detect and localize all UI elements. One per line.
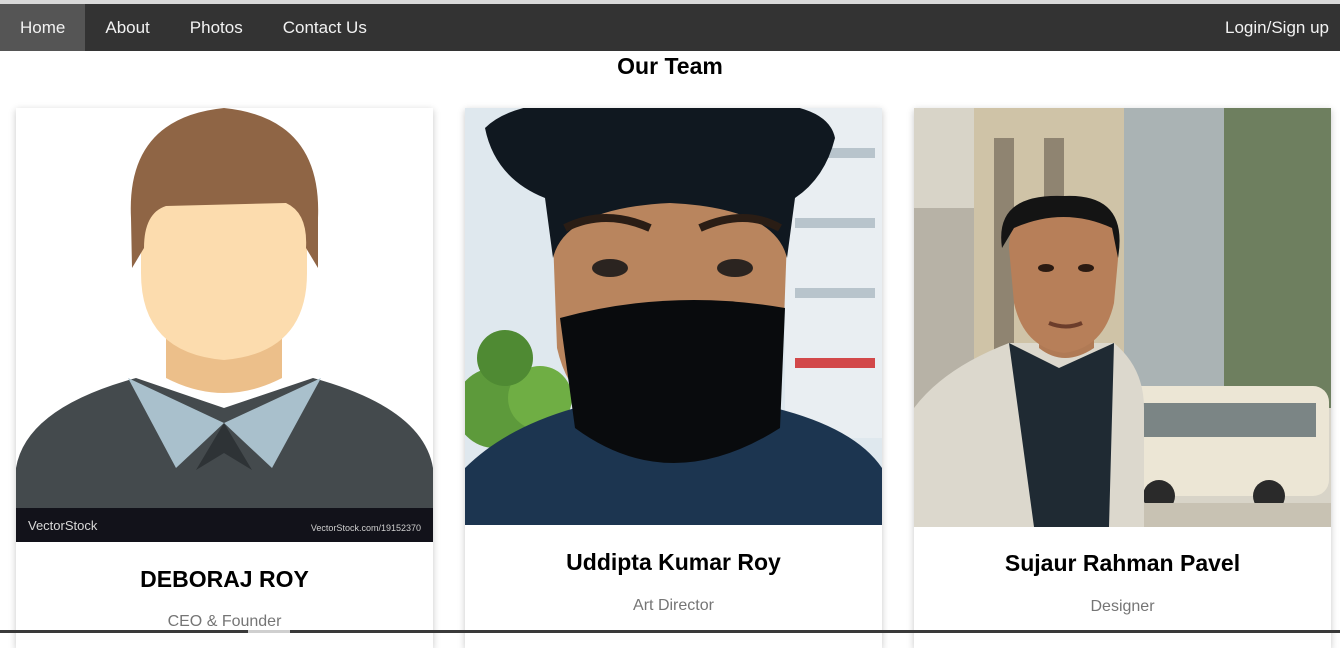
member-role: Designer (1090, 598, 1155, 615)
member-role: CEO & Founder (167, 613, 282, 630)
member-name: Uddipta Kumar Roy (566, 549, 781, 575)
avatar-illustration: VectorStock VectorStock.com/19152370 (16, 108, 433, 542)
team-card-deboraj: VectorStock VectorStock.com/19152370 DEB… (16, 108, 433, 648)
nav-login-signup[interactable]: Login/Sign up (1211, 4, 1340, 51)
nav-about[interactable]: About (85, 4, 169, 51)
watermark-left: VectorStock (28, 518, 98, 533)
member-name: Sujaur Rahman Pavel (1004, 550, 1241, 576)
member-role: Art Director (633, 597, 714, 614)
member-name: DEBORAJ ROY (140, 566, 309, 592)
nav-home[interactable]: Home (0, 4, 86, 51)
nav-photos[interactable]: Photos (170, 4, 263, 51)
nav-spacer (387, 4, 1211, 51)
page-title: Our Team (617, 53, 723, 79)
team-card-sujaur: Sujaur Rahman Pavel Designer (914, 108, 1331, 648)
member-photo (465, 108, 882, 525)
member-photo (914, 108, 1331, 527)
nav-contact-us[interactable]: Contact Us (263, 4, 387, 51)
watermark-right: VectorStock.com/19152370 (311, 523, 421, 533)
top-navbar: Home About Photos Contact Us Login/Sign … (0, 4, 1340, 51)
team-card-uddipta: Uddipta Kumar Roy Art Director (465, 108, 882, 648)
